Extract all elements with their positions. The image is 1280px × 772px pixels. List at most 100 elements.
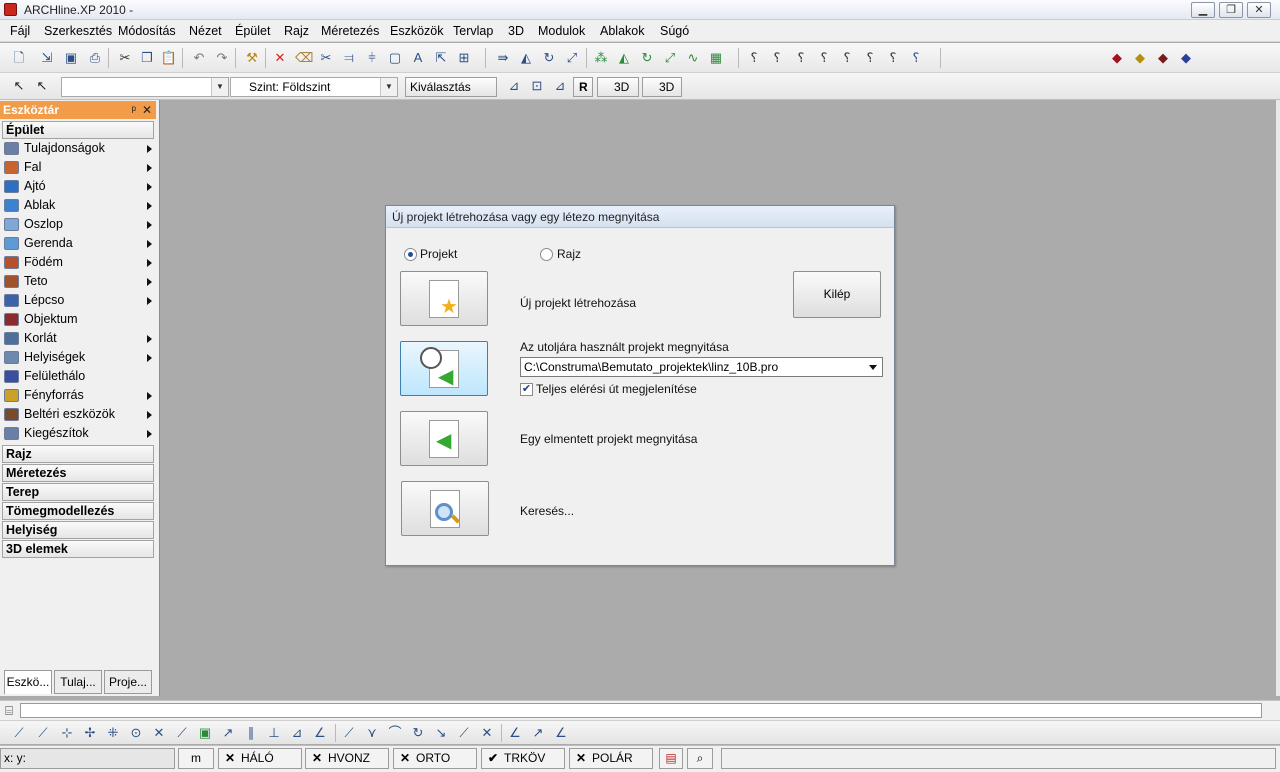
offset-icon[interactable]: ⫩ bbox=[363, 49, 381, 67]
snap-line-icon[interactable]: ⟋ bbox=[340, 724, 358, 742]
app-icon[interactable] bbox=[4, 3, 17, 16]
snap-r-line-icon[interactable]: ⟋ bbox=[455, 724, 473, 742]
pin-icon[interactable]: ᵖ bbox=[131, 101, 136, 119]
toggle-halo[interactable]: ✕ HÁLÓ bbox=[218, 748, 302, 769]
view-plane-icon[interactable]: ⊿ bbox=[505, 77, 523, 95]
query-wall-icon[interactable]: ⸮ bbox=[745, 49, 763, 67]
extend-icon[interactable]: ⫤ bbox=[340, 49, 358, 67]
snap-midpoint-icon[interactable]: ⟋ bbox=[34, 724, 52, 742]
sidebar-item-feluletahalo[interactable]: Felülethálo bbox=[4, 367, 154, 386]
sidebar-item-kiegeszitok[interactable]: Kiegészítok bbox=[4, 424, 154, 443]
menu-modositas[interactable]: Módosítás bbox=[118, 24, 176, 38]
sidebar-item-korlat[interactable]: Korlát bbox=[4, 329, 154, 348]
copy-icon[interactable]: ❐ bbox=[138, 49, 156, 67]
rectangle-icon[interactable]: ▢ bbox=[386, 49, 404, 67]
sidebar-item-lepcso[interactable]: Lépcso bbox=[4, 291, 154, 310]
restore-button[interactable]: ❐ bbox=[1219, 2, 1243, 18]
toggle-orto[interactable]: ✕ ORTO bbox=[393, 748, 477, 769]
sidebar-item-oszlop[interactable]: Oszlop bbox=[4, 215, 154, 234]
query-chart-icon[interactable]: ⸮ bbox=[907, 49, 925, 67]
grid-copy-icon[interactable]: ▦ bbox=[707, 49, 725, 67]
rotate-copy-icon[interactable]: ↻ bbox=[638, 49, 656, 67]
snap-endpoint-icon[interactable]: ⟋ bbox=[10, 724, 28, 742]
snap-z-icon[interactable]: ∠ bbox=[552, 724, 570, 742]
sidebar-item-ablak[interactable]: Ablak bbox=[4, 196, 154, 215]
category-3d-elemek[interactable]: 3D elemek bbox=[2, 540, 154, 558]
menu-rajz[interactable]: Rajz bbox=[284, 24, 309, 38]
toggle-trkov[interactable]: ✔ TRKÖV bbox=[481, 748, 565, 769]
mirror-copy-icon[interactable]: ◭ bbox=[615, 49, 633, 67]
snap-tangent-icon[interactable]: ⊿ bbox=[288, 724, 306, 742]
sidebar-item-helyisegek[interactable]: Helyiségek bbox=[4, 348, 154, 367]
brush-icon[interactable]: ⚒ bbox=[243, 49, 261, 67]
text-icon[interactable]: A bbox=[409, 49, 427, 67]
filter-combo[interactable]: ▼ bbox=[61, 77, 229, 97]
3d-view-button[interactable]: 3D bbox=[597, 77, 639, 97]
sidebar-item-tulajdonsagok[interactable]: Tulajdonságok bbox=[4, 139, 154, 158]
3d-window-button[interactable]: 3D bbox=[642, 77, 682, 97]
measure-icon[interactable]: ⇱ bbox=[432, 49, 450, 67]
toggle-hvonz[interactable]: ✕ HVONZ bbox=[305, 748, 389, 769]
query-distance-icon[interactable]: ⸮ bbox=[838, 49, 856, 67]
radio-rajz[interactable] bbox=[540, 248, 553, 261]
radio-projekt[interactable] bbox=[404, 248, 417, 261]
select-button[interactable]: Kiválasztás bbox=[405, 77, 497, 97]
menu-epulet[interactable]: Épület bbox=[235, 24, 270, 38]
tab-tulajdonsagok[interactable]: Tulaj... bbox=[54, 670, 102, 694]
snap-circle-icon[interactable]: ⊙ bbox=[127, 724, 145, 742]
level-combo[interactable]: Szint: Földszint ▼ bbox=[230, 77, 398, 97]
category-epulet[interactable]: Épület bbox=[2, 121, 154, 139]
zoom-icon[interactable]: ⌕ bbox=[687, 748, 713, 769]
command-input[interactable] bbox=[20, 703, 1262, 718]
tab-eszkoztar[interactable]: Eszkö... bbox=[4, 670, 52, 694]
path-copy-icon[interactable]: ∿ bbox=[684, 49, 702, 67]
menu-ablakok[interactable]: Ablakok bbox=[600, 24, 644, 38]
snap-rotate-icon[interactable]: ↻ bbox=[409, 724, 427, 742]
query-point-icon[interactable]: ⸮ bbox=[792, 49, 810, 67]
query-line-icon[interactable]: ⸮ bbox=[815, 49, 833, 67]
snap-cross-icon[interactable]: ✕ bbox=[150, 724, 168, 742]
layers-stack-icon[interactable]: ◆ bbox=[1154, 49, 1172, 67]
sidebar-item-objektum[interactable]: Objektum bbox=[4, 310, 154, 329]
query-angle-icon[interactable]: ⸮ bbox=[861, 49, 879, 67]
query-area-icon[interactable]: ⸮ bbox=[884, 49, 902, 67]
snap-vertex-icon[interactable]: ⋎ bbox=[363, 724, 381, 742]
layers-yellow-icon[interactable]: ◆ bbox=[1131, 49, 1149, 67]
eraser-icon[interactable]: ⌫ bbox=[295, 49, 313, 67]
open-saved-button[interactable]: ◀ bbox=[400, 411, 488, 466]
new-file-icon[interactable]: 🗋 bbox=[10, 49, 28, 67]
layers-blue-icon[interactable]: ◆ bbox=[1177, 49, 1195, 67]
unit-display[interactable]: m bbox=[178, 748, 214, 769]
category-helyiseg[interactable]: Helyiség bbox=[2, 521, 154, 539]
undo-icon[interactable]: ↶ bbox=[190, 49, 208, 67]
snap-center-icon[interactable]: ⊹ bbox=[58, 724, 76, 742]
view-section-icon[interactable]: ⊡ bbox=[528, 77, 546, 95]
pointer-plus-icon[interactable]: ↖ bbox=[33, 77, 51, 95]
sidebar-item-fenyforras[interactable]: Fényforrás bbox=[4, 386, 154, 405]
snap-r-cross-icon[interactable]: ✕ bbox=[478, 724, 496, 742]
layers-red-icon[interactable]: ◆ bbox=[1108, 49, 1126, 67]
sidebar-item-gerenda[interactable]: Gerenda bbox=[4, 234, 154, 253]
group-icon[interactable]: ⊞ bbox=[455, 49, 473, 67]
snap-arrow-icon[interactable]: ↗ bbox=[529, 724, 547, 742]
menu-eszkozok[interactable]: Eszközök bbox=[390, 24, 444, 38]
new-project-button[interactable]: ★ bbox=[400, 271, 488, 326]
snap-perpendicular-icon[interactable]: ⊥ bbox=[265, 724, 283, 742]
search-button[interactable] bbox=[401, 481, 489, 536]
toggle-polar[interactable]: ✕ POLÁR bbox=[569, 748, 653, 769]
category-meretezes[interactable]: Méretezés bbox=[2, 464, 154, 482]
panel-close-icon[interactable]: ✕ bbox=[142, 101, 152, 119]
menu-szerkesztes[interactable]: Szerkesztés bbox=[44, 24, 112, 38]
category-rajz[interactable]: Rajz bbox=[2, 445, 154, 463]
snap-r-icon[interactable]: ▣ bbox=[196, 724, 214, 742]
trim-icon[interactable]: ✂ bbox=[317, 49, 335, 67]
menu-tervlap[interactable]: Tervlap bbox=[453, 24, 493, 38]
recent-project-combo[interactable]: C:\Construma\Bemutato_projektek\linz_10B… bbox=[520, 357, 883, 377]
snap-intersection-icon[interactable]: ✢ bbox=[81, 724, 99, 742]
menu-meretezes[interactable]: Méretezés bbox=[321, 24, 379, 38]
print-icon[interactable]: ⎙ bbox=[86, 49, 104, 67]
menu-modulok[interactable]: Modulok bbox=[538, 24, 585, 38]
full-path-checkbox[interactable]: ✔ bbox=[520, 383, 533, 396]
sidebar-item-belteri-eszkozok[interactable]: Beltéri eszközök bbox=[4, 405, 154, 424]
snap-r-angle-icon[interactable]: ∠ bbox=[506, 724, 524, 742]
